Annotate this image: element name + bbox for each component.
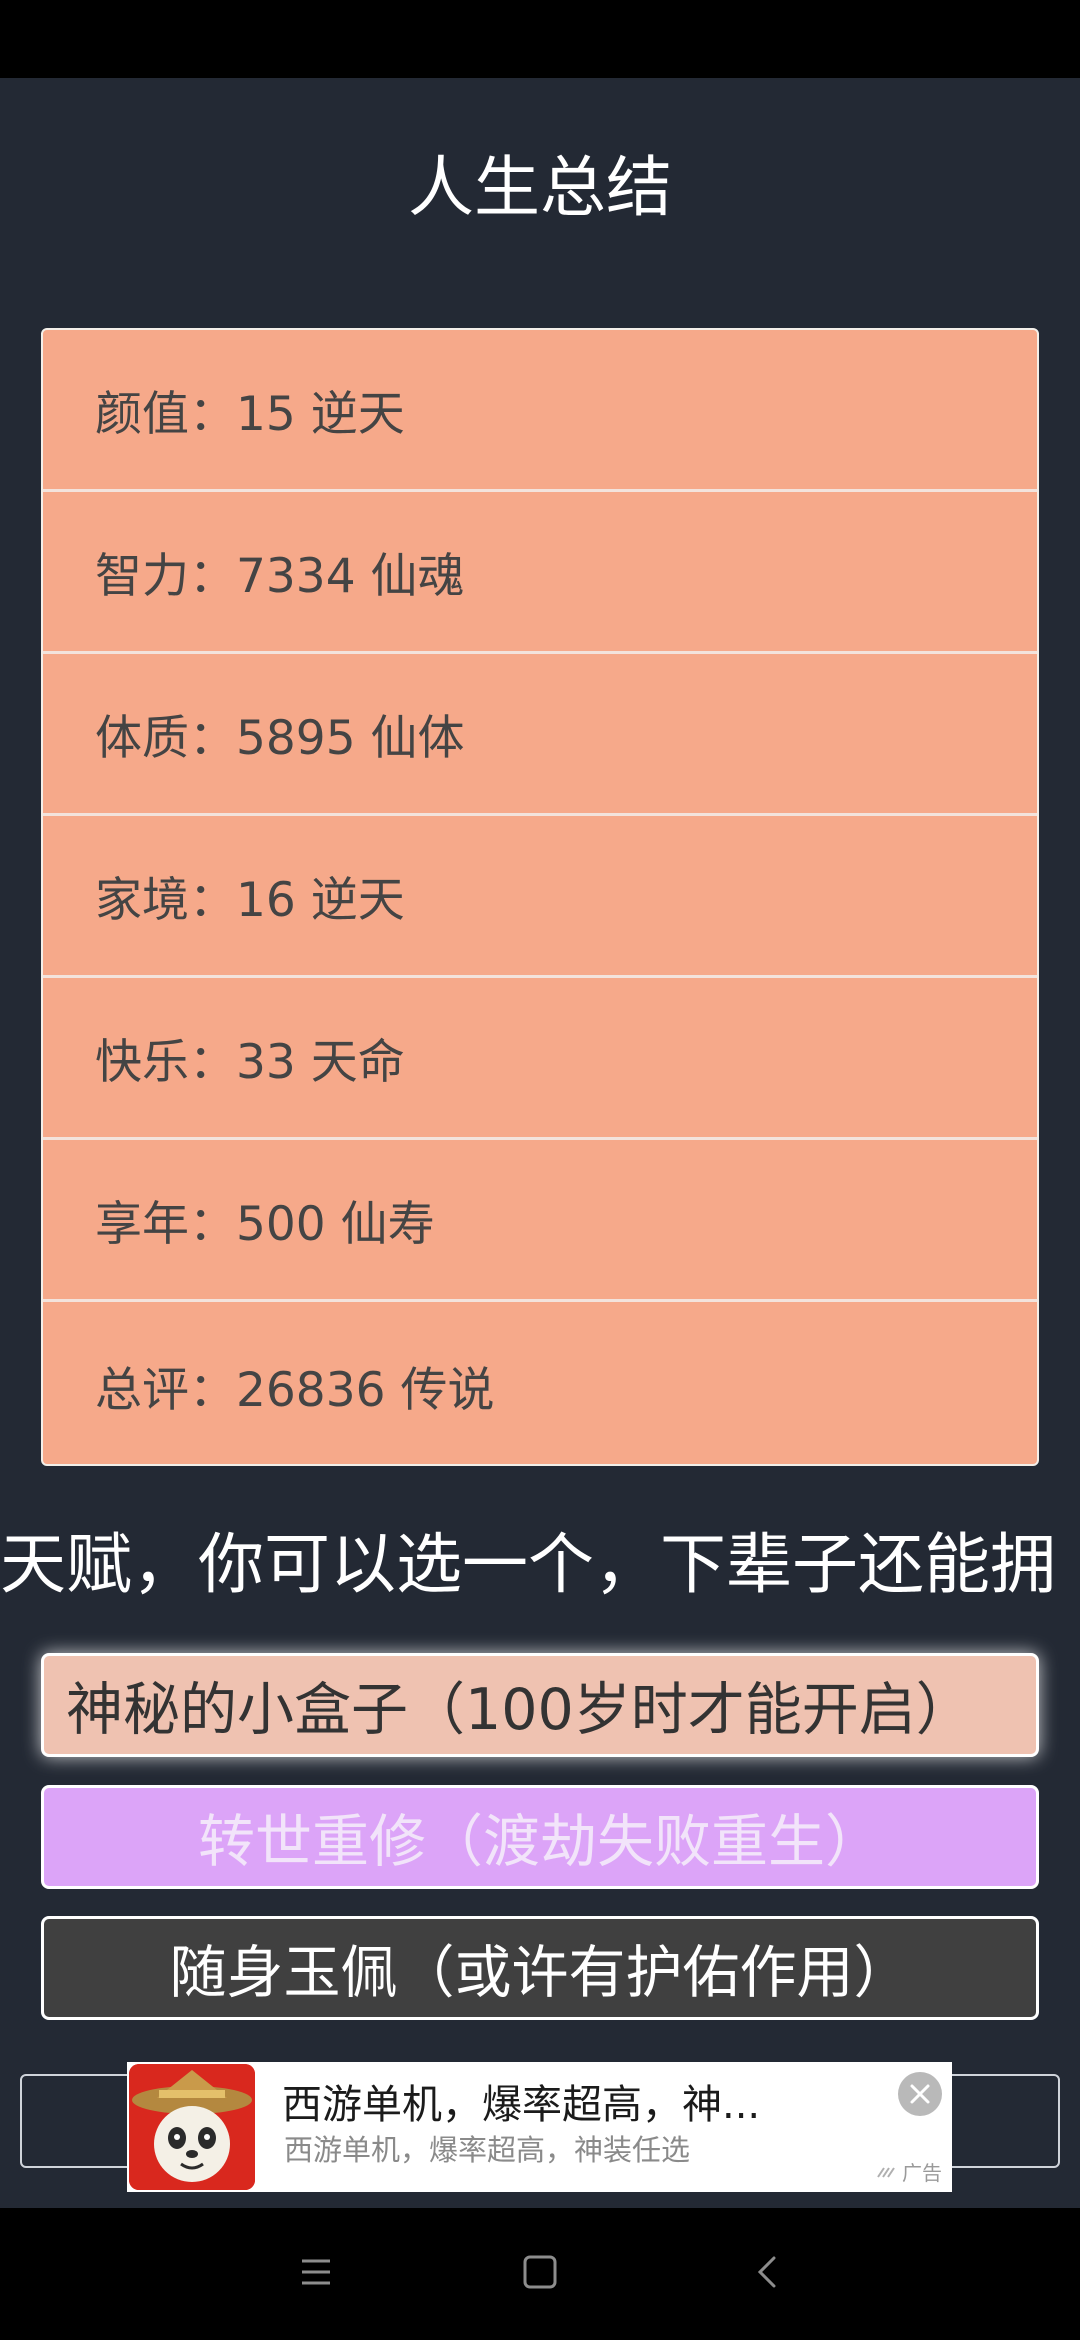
- stat-label: 快乐：: [95, 1035, 236, 1090]
- navigation-bar: [0, 2208, 1080, 2340]
- home-icon[interactable]: [510, 2242, 570, 2302]
- stat-label: 享年：: [95, 1197, 236, 1252]
- stat-row-constitution: 体质： 5895 仙体: [43, 654, 1037, 816]
- ad-network-icon: [877, 2166, 895, 2178]
- stat-row-appearance: 颜值： 15 逆天: [43, 330, 1037, 492]
- stat-row-intelligence: 智力： 7334 仙魂: [43, 492, 1037, 654]
- stat-value: 7334 仙魂: [236, 549, 465, 604]
- stat-row-lifespan: 享年： 500 仙寿: [43, 1140, 1037, 1302]
- stat-value: 16 逆天: [236, 873, 405, 928]
- stat-value: 15 逆天: [236, 387, 405, 442]
- ad-title: 西游单机，爆率超高，神...: [282, 2082, 761, 2128]
- stat-label: 颜值：: [95, 387, 236, 442]
- stat-value: 5895 仙体: [236, 711, 465, 766]
- stat-value: 500 仙寿: [236, 1197, 435, 1252]
- stat-row-family: 家境： 16 逆天: [43, 816, 1037, 978]
- stat-label: 家境：: [95, 873, 236, 928]
- back-icon[interactable]: [738, 2242, 798, 2302]
- close-icon[interactable]: [898, 2072, 942, 2116]
- stat-row-happiness: 快乐： 33 天命: [43, 978, 1037, 1140]
- stat-label: 体质：: [95, 711, 236, 766]
- stats-card: 颜值： 15 逆天 智力： 7334 仙魂 体质： 5895 仙体 家境： 16 逆天 …: [41, 328, 1039, 1466]
- ad-thumbnail: [129, 2064, 255, 2190]
- stat-value: 33 天命: [236, 1035, 405, 1090]
- ad-tag-text: 广告: [902, 2161, 942, 2185]
- ad-banner[interactable]: 西游单机，爆率超高，神... 西游单机，爆率超高，神装任选 广告: [127, 2062, 952, 2192]
- menu-icon[interactable]: [286, 2242, 346, 2302]
- page-title: 人生总结: [408, 149, 672, 226]
- ad-label: 广告: [876, 2157, 942, 2186]
- talent-prompt: 天赋，你可以选一个，下辈子还能拥: [0, 1526, 1056, 1603]
- talent-option-jade-pendant[interactable]: 随身玉佩（或许有护佑作用）: [41, 1916, 1039, 2020]
- talent-option-mystery-box[interactable]: 神秘的小盒子（100岁时才能开启）: [41, 1653, 1039, 1757]
- talent-option-reincarnation[interactable]: 转世重修（渡劫失败重生）: [41, 1785, 1039, 1889]
- stat-value: 26836 传说: [236, 1362, 495, 1418]
- stat-label: 总评：: [95, 1362, 236, 1418]
- ad-subtitle: 西游单机，爆率超高，神装任选: [284, 2133, 691, 2167]
- stat-row-overall: 总评： 26836 传说: [43, 1302, 1037, 1464]
- stat-label: 智力：: [95, 549, 236, 604]
- status-bar: [0, 0, 1080, 78]
